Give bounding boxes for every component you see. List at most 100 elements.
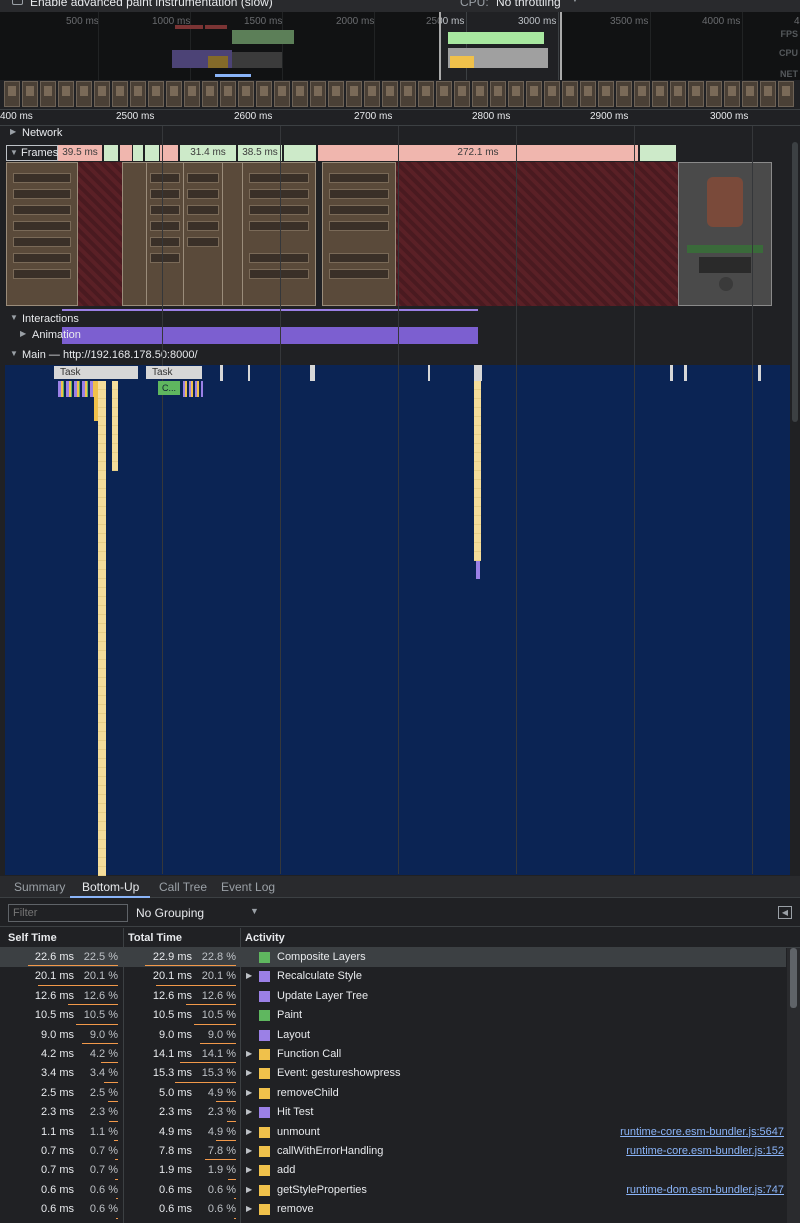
task-block[interactable] (428, 365, 430, 381)
cpu-throttling-select[interactable]: No throttling (496, 0, 561, 9)
timeline-scrollbar[interactable] (790, 142, 800, 872)
filmstrip-thumbnail[interactable] (40, 81, 56, 107)
table-row[interactable]: 0.7 ms 0.7 % 7.8 ms 7.8 % ▶ callWithErrorHand… (0, 1142, 786, 1161)
filmstrip-thumbnail[interactable] (454, 81, 470, 107)
chevron-down-icon[interactable]: ▼ (250, 906, 259, 916)
filmstrip-thumbnail[interactable] (526, 81, 542, 107)
filmstrip-thumbnail[interactable] (4, 81, 20, 107)
table-row[interactable]: 1.1 ms 1.1 % 4.9 ms 4.9 % ▶ unmount runtime-co… (0, 1123, 786, 1142)
source-link[interactable]: runtime-core.esm-bundler.js:5647 (620, 1126, 784, 1138)
filmstrip-thumbnail[interactable] (652, 81, 668, 107)
task-block[interactable] (310, 365, 315, 381)
screenshot-filmstrip[interactable] (0, 80, 800, 110)
filmstrip-thumbnail[interactable] (778, 81, 794, 107)
table-row[interactable]: 2.5 ms 2.5 % 5.0 ms 4.9 % ▶ removeChild (0, 1084, 786, 1103)
tab-bottom-up[interactable]: Bottom-Up (82, 880, 139, 894)
expand-arrow-icon[interactable]: ▶ (20, 329, 26, 338)
expand-arrow-icon[interactable]: ▶ (246, 1165, 252, 1174)
source-link[interactable]: runtime-dom.esm-bundler.js:747 (626, 1184, 784, 1196)
animation-track-header[interactable]: ▶ Animation (0, 328, 800, 343)
frame-segment[interactable] (120, 145, 132, 161)
filmstrip-thumbnail[interactable] (418, 81, 434, 107)
task-block[interactable]: Task (54, 366, 138, 379)
task-block[interactable] (684, 365, 687, 381)
filmstrip-thumbnail[interactable] (688, 81, 704, 107)
flame-stack[interactable] (474, 381, 481, 561)
expand-arrow-icon[interactable]: ▶ (246, 1204, 252, 1213)
flame-stack[interactable] (112, 381, 118, 471)
tab-summary[interactable]: Summary (14, 880, 65, 894)
filmstrip-thumbnail[interactable] (508, 81, 524, 107)
frame-screenshot[interactable] (678, 162, 772, 306)
filmstrip-thumbnail[interactable] (292, 81, 308, 107)
table-row[interactable]: 0.6 ms 0.6 % 0.6 ms 0.6 % ▶ getStylePropertie… (0, 1181, 786, 1200)
task-block[interactable] (670, 365, 673, 381)
frame-segment[interactable] (145, 145, 159, 161)
source-link[interactable]: runtime-core.esm-bundler.js:152 (626, 1145, 784, 1157)
composite-block[interactable]: C... (158, 381, 180, 395)
toggle-sidebar-icon[interactable]: ◀ (778, 906, 792, 919)
frame-segment[interactable]: 39.5 ms (58, 145, 102, 161)
column-self-time[interactable]: Self Time (8, 932, 57, 944)
filmstrip-thumbnail[interactable] (328, 81, 344, 107)
timeline-overview[interactable]: 500 ms 1000 ms 1500 ms 2000 ms 2500 ms 3… (0, 12, 800, 110)
filmstrip-thumbnail[interactable] (256, 81, 272, 107)
filmstrip-thumbnail[interactable] (346, 81, 362, 107)
frame-screenshot[interactable] (183, 162, 223, 306)
filmstrip-thumbnail[interactable] (724, 81, 740, 107)
frame-segment[interactable] (133, 145, 143, 161)
filmstrip-thumbnail[interactable] (544, 81, 560, 107)
filmstrip-thumbnail[interactable] (364, 81, 380, 107)
filmstrip-thumbnail[interactable] (706, 81, 722, 107)
frame-screenshot[interactable] (242, 162, 316, 306)
filmstrip-thumbnail[interactable] (562, 81, 578, 107)
filmstrip-thumbnail[interactable] (22, 81, 38, 107)
filmstrip-thumbnail[interactable] (274, 81, 290, 107)
task-block[interactable]: Task (146, 366, 202, 379)
overview-selection-window[interactable] (439, 12, 562, 80)
table-row[interactable]: 22.6 ms 22.5 % 22.9 ms 22.8 % Composite Laye… (0, 948, 786, 968)
table-row[interactable]: 3.4 ms 3.4 % 15.3 ms 15.3 % ▶ Event: gestures… (0, 1064, 786, 1083)
filmstrip-thumbnail[interactable] (166, 81, 182, 107)
collapse-arrow-icon[interactable]: ▼ (10, 313, 18, 322)
table-row[interactable]: 0.7 ms 0.7 % 1.9 ms 1.9 % ▶ add (0, 1161, 786, 1180)
filmstrip-thumbnail[interactable] (94, 81, 110, 107)
expand-arrow-icon[interactable]: ▶ (246, 1049, 252, 1058)
filmstrip-thumbnail[interactable] (58, 81, 74, 107)
chevron-down-icon[interactable]: ▼ (570, 0, 580, 5)
table-row[interactable]: 4.2 ms 4.2 % 14.1 ms 14.1 % ▶ Function Call (0, 1045, 786, 1064)
filter-input[interactable] (8, 904, 128, 922)
frame-segment[interactable] (640, 145, 676, 161)
frame-screenshot[interactable] (146, 162, 184, 306)
grouping-select[interactable]: No Grouping (136, 906, 204, 920)
paint-instrumentation-checkbox[interactable] (12, 0, 23, 5)
frame-segment[interactable]: 38.5 ms (238, 145, 282, 161)
frame-segment[interactable] (284, 145, 316, 161)
collapse-arrow-icon[interactable]: ▼ (10, 148, 18, 157)
network-track-header[interactable]: ▶ Network (0, 126, 800, 141)
filmstrip-thumbnail[interactable] (202, 81, 218, 107)
frame-screenshot[interactable] (6, 162, 78, 306)
expand-arrow-icon[interactable]: ▶ (246, 1107, 252, 1116)
frames-track-header[interactable]: ▼ Frames (6, 145, 58, 161)
filmstrip-thumbnail[interactable] (76, 81, 92, 107)
expand-arrow-icon[interactable]: ▶ (246, 1088, 252, 1097)
flame-stack[interactable] (98, 381, 106, 877)
table-row[interactable]: 9.0 ms 9.0 % 9.0 ms 9.0 % Layout (0, 1026, 786, 1045)
frame-segment[interactable]: 31.4 ms (180, 145, 236, 161)
collapse-arrow-icon[interactable]: ▼ (10, 349, 18, 358)
filmstrip-thumbnail[interactable] (220, 81, 236, 107)
frame-screenshot[interactable] (122, 162, 148, 306)
tab-call-tree[interactable]: Call Tree (159, 880, 207, 894)
filmstrip-thumbnail[interactable] (130, 81, 146, 107)
expand-arrow-icon[interactable]: ▶ (246, 1068, 252, 1077)
task-block[interactable] (758, 365, 761, 381)
expand-arrow-icon[interactable]: ▶ (246, 1127, 252, 1136)
frame-segment[interactable]: 272.1 ms (318, 145, 638, 161)
filmstrip-thumbnail[interactable] (598, 81, 614, 107)
filmstrip-thumbnail[interactable] (382, 81, 398, 107)
expand-arrow-icon[interactable]: ▶ (246, 1146, 252, 1155)
filmstrip-thumbnail[interactable] (148, 81, 164, 107)
scrollbar-thumb[interactable] (790, 948, 797, 1008)
frames-track[interactable]: ▼ Frames 39.5 ms 31.4 ms 38.5 ms 272.1 m… (0, 142, 800, 312)
